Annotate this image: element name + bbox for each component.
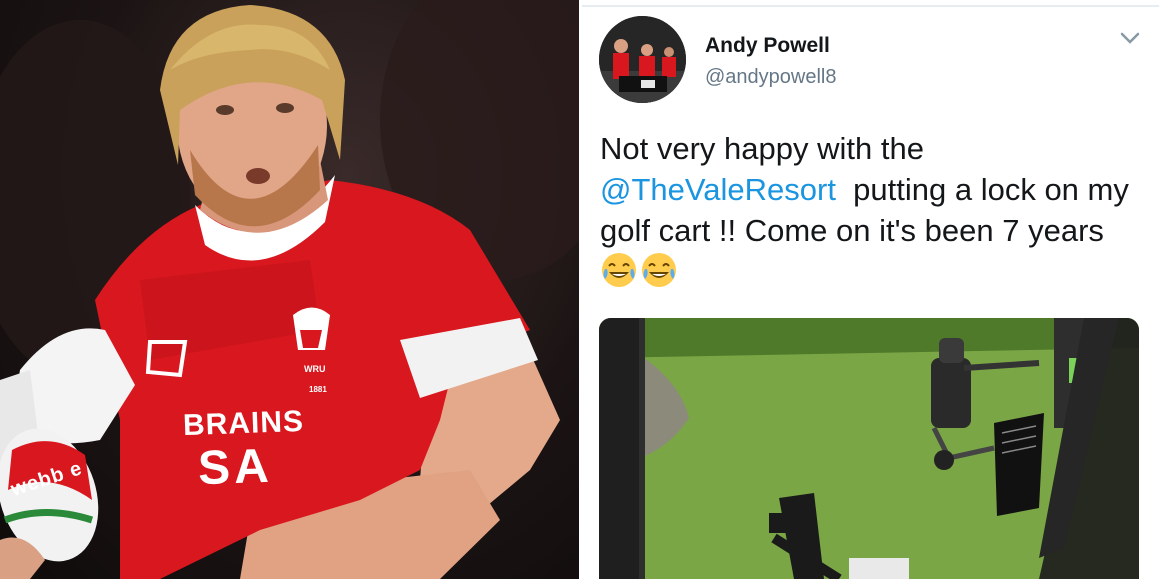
- author-display-name[interactable]: Andy Powell: [705, 34, 830, 58]
- chevron-down-icon[interactable]: [1119, 30, 1141, 46]
- mention-link[interactable]: @TheValeResort: [600, 172, 836, 207]
- jersey-sponsor-line1: BRAINS: [182, 404, 305, 443]
- jersey-crest-text: WRU: [304, 364, 326, 374]
- jersey-sponsor-line2: SA: [197, 439, 274, 496]
- golf-cart-photo-icon: [599, 318, 1139, 579]
- jersey-crest-year: 1881: [309, 385, 327, 394]
- tweet-body: Not very happy with the @TheValeResort p…: [600, 128, 1140, 292]
- joy-emoji-icon: [642, 253, 676, 287]
- joy-emoji-icon: [602, 253, 636, 287]
- player-photo: BRAINS SA WRU 1881 webb e: [0, 0, 579, 579]
- tweet-media-photo[interactable]: [599, 318, 1139, 579]
- avatar-icon: [599, 16, 686, 103]
- tweet-text-part1: Not very happy with the: [600, 131, 924, 166]
- tweet-card: Andy Powell @andypowell8 Not very happy …: [582, 0, 1159, 579]
- author-handle[interactable]: @andypowell8: [705, 66, 837, 89]
- author-avatar[interactable]: [599, 16, 686, 103]
- card-top-border: [582, 5, 1159, 7]
- player-illustration: [0, 0, 579, 579]
